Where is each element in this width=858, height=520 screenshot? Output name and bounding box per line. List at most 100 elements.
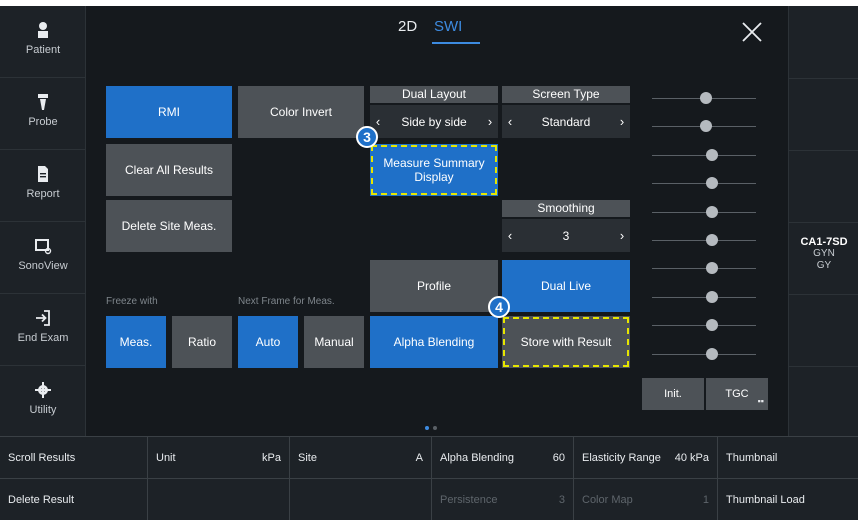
step-badge-3: 3 bbox=[356, 126, 378, 148]
tgc-slider-track[interactable] bbox=[652, 155, 756, 156]
nav-item-report[interactable]: Report bbox=[0, 150, 86, 222]
alpha-blending-softkey[interactable]: Alpha Blending 60 bbox=[432, 437, 574, 479]
freeze-meas-button[interactable]: Meas. bbox=[106, 316, 166, 368]
smoothing-label: Smoothing bbox=[502, 200, 630, 217]
freeze-with-caption: Freeze with bbox=[106, 296, 158, 307]
bottom-softkey-grid: Scroll Results Unit kPa Site A Alpha Blend… bbox=[0, 436, 858, 520]
probe-icon bbox=[38, 94, 48, 110]
tgc-slider-knob[interactable] bbox=[706, 319, 718, 331]
right-column: CA1-7SD GYN GY bbox=[788, 6, 858, 436]
probe-info[interactable]: CA1-7SD GYN GY bbox=[789, 236, 858, 272]
nav-label: SonoView bbox=[18, 260, 68, 272]
smoothing-selector: ‹ 3 › bbox=[502, 219, 630, 252]
tab-swi[interactable]: SWI bbox=[434, 18, 462, 35]
tgc-slider-knob[interactable] bbox=[706, 262, 718, 274]
nav-label: Report bbox=[26, 188, 60, 200]
page-indicator-dot-active[interactable] bbox=[425, 426, 429, 430]
page-indicator-dot[interactable] bbox=[433, 426, 437, 430]
thumbnail-softkey[interactable]: Thumbnail bbox=[718, 437, 858, 479]
store-with-result-button[interactable]: Store with Result bbox=[502, 316, 630, 368]
nav-item-end-exam[interactable]: End Exam bbox=[0, 294, 86, 366]
delete-site-meas-button[interactable]: Delete Site Meas. bbox=[106, 200, 232, 252]
active-tab-indicator bbox=[432, 42, 480, 44]
profile-button[interactable]: Profile bbox=[370, 260, 498, 312]
tgc-label: TGC bbox=[725, 388, 749, 400]
nav-item-utility[interactable]: Utility bbox=[0, 366, 86, 436]
dual-layout-value: Side by side bbox=[401, 114, 467, 129]
nav-label: Patient bbox=[25, 44, 61, 56]
tgc-slider-knob[interactable] bbox=[706, 291, 718, 303]
tgc-slider-knob[interactable] bbox=[700, 120, 712, 132]
tgc-slider-track[interactable] bbox=[652, 354, 756, 355]
next-frame-manual-button[interactable]: Manual bbox=[304, 316, 364, 368]
tab-2d[interactable]: 2D bbox=[398, 18, 417, 35]
tgc-slider-knob[interactable] bbox=[706, 149, 718, 161]
scroll-results-softkey[interactable]: Scroll Results bbox=[0, 437, 148, 479]
tgc-slider-knob[interactable] bbox=[700, 92, 712, 104]
tgc-slider-track[interactable] bbox=[652, 268, 756, 269]
tgc-slider-knob[interactable] bbox=[706, 234, 718, 246]
probe-preset: GYN bbox=[813, 248, 835, 259]
clear-all-results-button[interactable]: Clear All Results bbox=[106, 144, 232, 196]
init-button[interactable]: Init. bbox=[642, 378, 704, 410]
next-frame-caption: Next Frame for Meas. bbox=[238, 296, 335, 307]
nav-item-probe[interactable]: Probe bbox=[0, 78, 86, 150]
divider bbox=[789, 78, 858, 79]
divider bbox=[789, 222, 858, 223]
end-exam-icon bbox=[36, 310, 50, 326]
dual-live-button[interactable]: Dual Live bbox=[502, 260, 630, 312]
nav-item-sonoview[interactable]: SonoView bbox=[0, 222, 86, 294]
screen-type-label: Screen Type bbox=[502, 86, 630, 103]
smoothing-value: 3 bbox=[562, 228, 570, 243]
next-frame-auto-button[interactable]: Auto bbox=[238, 316, 298, 368]
tgc-slider-track[interactable] bbox=[652, 183, 756, 184]
nav-label: Probe bbox=[28, 116, 58, 128]
rmi-button[interactable]: RMI bbox=[106, 86, 232, 138]
tgc-button[interactable]: TGC ▪▪ bbox=[706, 378, 768, 410]
nav-label: End Exam bbox=[17, 332, 69, 344]
delete-result-softkey[interactable]: Delete Result bbox=[0, 479, 148, 520]
empty-softkey bbox=[148, 479, 290, 520]
probe-name: CA1-7SD bbox=[800, 236, 848, 248]
divider bbox=[789, 294, 858, 295]
tgc-slider-knob[interactable] bbox=[706, 348, 718, 360]
divider bbox=[789, 150, 858, 151]
measure-summary-display-button[interactable]: Measure Summary Display bbox=[370, 144, 498, 196]
site-softkey[interactable]: Site A bbox=[290, 437, 432, 479]
chevron-left-icon[interactable]: ‹ bbox=[502, 219, 518, 252]
color-invert-button[interactable]: Color Invert bbox=[238, 86, 364, 138]
tgc-slider-track[interactable] bbox=[652, 325, 756, 326]
close-icon[interactable] bbox=[740, 20, 764, 44]
nav-item-patient[interactable]: Patient bbox=[0, 6, 86, 78]
grid-icon: ▪▪ bbox=[757, 396, 764, 406]
persistence-softkey[interactable]: Persistence 3 bbox=[432, 479, 574, 520]
empty-softkey bbox=[290, 479, 432, 520]
color-map-softkey[interactable]: Color Map 1 bbox=[574, 479, 718, 520]
chevron-right-icon[interactable]: › bbox=[614, 105, 630, 138]
divider bbox=[789, 366, 858, 367]
freeze-ratio-button[interactable]: Ratio bbox=[172, 316, 232, 368]
report-icon bbox=[38, 166, 48, 182]
chevron-right-icon[interactable]: › bbox=[482, 105, 498, 138]
tgc-slider-track[interactable] bbox=[652, 240, 756, 241]
thumbnail-load-softkey[interactable]: Thumbnail Load bbox=[718, 479, 858, 520]
chevron-right-icon[interactable]: › bbox=[614, 219, 630, 252]
dual-layout-label: Dual Layout bbox=[370, 86, 498, 103]
tgc-slider-knob[interactable] bbox=[706, 206, 718, 218]
screen-type-selector: ‹ Standard › bbox=[502, 105, 630, 138]
left-nav: Patient Probe Report SonoView End Exam U… bbox=[0, 6, 86, 436]
dual-layout-selector: ‹ Side by side › bbox=[370, 105, 498, 138]
screen-type-value: Standard bbox=[541, 114, 591, 129]
elasticity-range-softkey[interactable]: Elasticity Range 40 kPa bbox=[574, 437, 718, 479]
unit-softkey[interactable]: Unit kPa bbox=[148, 437, 290, 479]
swi-control-panel: Patient Probe Report SonoView End Exam U… bbox=[0, 6, 858, 520]
tgc-slider-track[interactable] bbox=[652, 212, 756, 213]
tgc-slider-track[interactable] bbox=[652, 297, 756, 298]
probe-preset-sub: GY bbox=[816, 260, 832, 271]
gear-icon bbox=[35, 382, 51, 398]
chevron-left-icon[interactable]: ‹ bbox=[502, 105, 518, 138]
alpha-blending-button[interactable]: Alpha Blending bbox=[370, 316, 498, 368]
nav-label: Utility bbox=[29, 404, 57, 416]
patient-icon bbox=[38, 22, 48, 38]
tgc-slider-knob[interactable] bbox=[706, 177, 718, 189]
